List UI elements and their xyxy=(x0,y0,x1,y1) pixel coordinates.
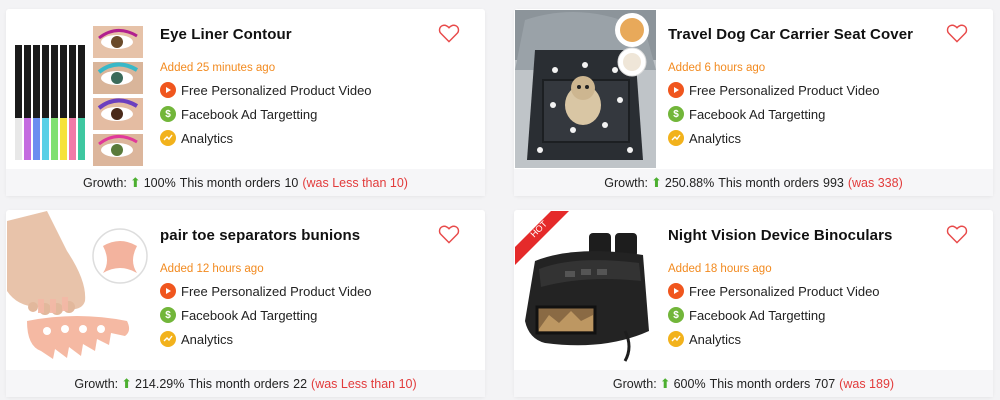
orders-value: 707 xyxy=(814,376,836,391)
product-card[interactable]: Travel Dog Car Carrier Seat Cover Added … xyxy=(514,9,993,196)
feature-label: Free Personalized Product Video xyxy=(689,82,880,98)
growth-bar: Growth: ⬆ 250.88% This month orders 993 … xyxy=(514,169,993,196)
feature-label: Free Personalized Product Video xyxy=(689,283,880,299)
previous-orders: (was 338) xyxy=(847,175,903,190)
added-time: Added 18 hours ago xyxy=(668,263,772,275)
heart-outline-icon[interactable] xyxy=(946,224,968,244)
feature-video: Free Personalized Product Video xyxy=(160,81,372,99)
feature-analytics: Analytics xyxy=(668,330,741,348)
trend-icon xyxy=(668,331,684,347)
added-time: Added 25 minutes ago xyxy=(160,62,276,74)
feature-analytics: Analytics xyxy=(160,330,233,348)
feature-label: Facebook Ad Targetting xyxy=(689,307,826,323)
feature-label: Facebook Ad Targetting xyxy=(181,307,318,323)
trend-icon xyxy=(668,130,684,146)
previous-orders: (was Less than 10) xyxy=(311,376,417,391)
dollar-icon: $ xyxy=(668,106,684,122)
feature-label: Analytics xyxy=(181,331,234,347)
product-title[interactable]: Eye Liner Contour xyxy=(160,26,292,43)
product-title[interactable]: Night Vision Device Binoculars xyxy=(668,227,892,244)
feature-facebook: $ Facebook Ad Targetting xyxy=(160,105,317,123)
orders-value: 10 xyxy=(284,175,299,190)
up-arrow-icon: ⬆ xyxy=(129,174,141,190)
growth-bar: Growth: ⬆ 214.29% This month orders 22 (… xyxy=(6,370,485,397)
feature-facebook: $ Facebook Ad Targetting xyxy=(668,306,825,324)
orders-label: This month orders xyxy=(188,376,290,391)
product-title[interactable]: Travel Dog Car Carrier Seat Cover xyxy=(668,26,913,43)
growth-value: 250.88% xyxy=(664,175,715,190)
growth-bar: Growth: ⬆ 600% This month orders 707 (wa… xyxy=(514,370,993,397)
growth-label: Growth: xyxy=(604,175,648,190)
feature-video: Free Personalized Product Video xyxy=(668,282,880,300)
added-time: Added 6 hours ago xyxy=(668,62,766,74)
orders-label: This month orders xyxy=(718,175,819,190)
feature-label: Analytics xyxy=(689,331,742,347)
dollar-icon: $ xyxy=(668,307,684,323)
feature-facebook: $ Facebook Ad Targetting xyxy=(668,105,825,123)
play-icon xyxy=(668,283,684,299)
growth-label: Growth: xyxy=(83,175,127,190)
play-icon xyxy=(160,82,176,98)
growth-value: 600% xyxy=(673,376,706,391)
dollar-icon: $ xyxy=(160,106,176,122)
orders-value: 22 xyxy=(293,376,308,391)
product-image[interactable] xyxy=(7,211,148,369)
growth-label: Growth: xyxy=(74,376,119,391)
product-image[interactable] xyxy=(515,10,656,168)
orders-label: This month orders xyxy=(709,376,811,391)
orders-value: 993 xyxy=(823,175,844,190)
feature-video: Free Personalized Product Video xyxy=(160,282,372,300)
heart-outline-icon[interactable] xyxy=(438,224,460,244)
added-time: Added 12 hours ago xyxy=(160,263,264,275)
previous-orders: (was Less than 10) xyxy=(302,175,408,190)
heart-outline-icon[interactable] xyxy=(438,23,460,43)
feature-analytics: Analytics xyxy=(160,129,233,147)
feature-label: Free Personalized Product Video xyxy=(181,283,372,299)
play-icon xyxy=(668,82,684,98)
feature-label: Facebook Ad Targetting xyxy=(181,106,318,122)
growth-label: Growth: xyxy=(612,376,657,391)
product-image[interactable]: HOT xyxy=(515,211,656,369)
dollar-icon: $ xyxy=(160,307,176,323)
growth-value: 214.29% xyxy=(135,376,185,391)
feature-facebook: $ Facebook Ad Targetting xyxy=(160,306,317,324)
play-icon xyxy=(160,283,176,299)
growth-bar: Growth: ⬆ 100% This month orders 10 (was… xyxy=(6,169,485,196)
trend-icon xyxy=(160,130,176,146)
up-arrow-icon: ⬆ xyxy=(121,375,133,391)
growth-value: 100% xyxy=(143,175,176,190)
product-card[interactable]: HOT Night Vision Device Binoculars Added… xyxy=(514,210,993,397)
feature-label: Free Personalized Product Video xyxy=(181,82,372,98)
product-image[interactable] xyxy=(7,10,148,168)
up-arrow-icon: ⬆ xyxy=(651,174,662,190)
feature-video: Free Personalized Product Video xyxy=(668,81,880,99)
product-card[interactable]: pair toe separators bunions Added 12 hou… xyxy=(6,210,485,397)
up-arrow-icon: ⬆ xyxy=(659,375,671,391)
feature-label: Analytics xyxy=(181,130,234,146)
hot-badge: HOT xyxy=(515,211,569,265)
feature-label: Facebook Ad Targetting xyxy=(689,106,826,122)
feature-label: Analytics xyxy=(689,130,742,146)
product-card[interactable]: Eye Liner Contour Added 25 minutes ago F… xyxy=(6,9,485,196)
feature-analytics: Analytics xyxy=(668,129,741,147)
heart-outline-icon[interactable] xyxy=(946,23,968,43)
product-title[interactable]: pair toe separators bunions xyxy=(160,227,360,244)
trend-icon xyxy=(160,331,176,347)
orders-label: This month orders xyxy=(179,175,281,190)
previous-orders: (was 189) xyxy=(839,376,895,391)
